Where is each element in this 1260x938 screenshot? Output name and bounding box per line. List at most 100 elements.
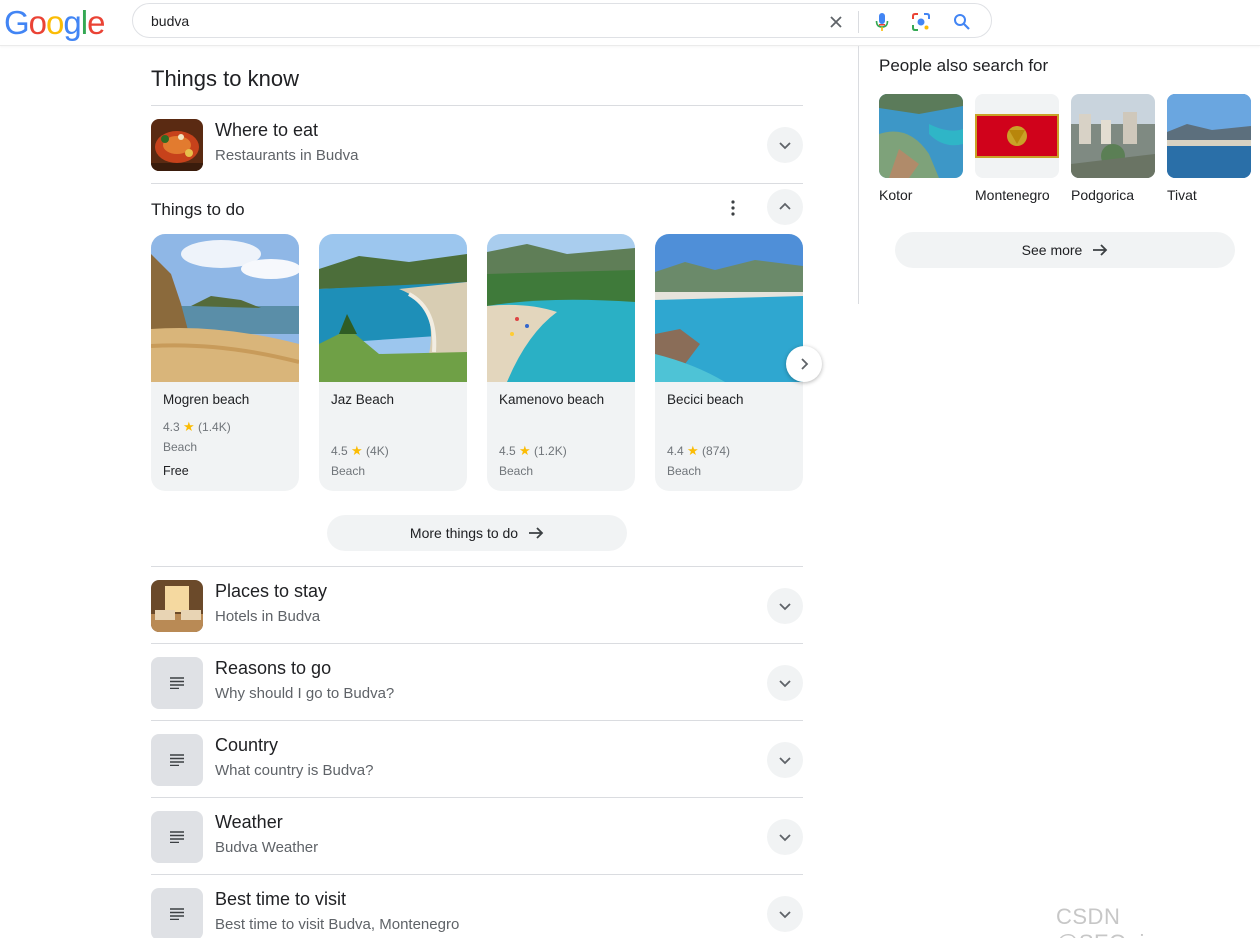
accordion-row-where-to-eat[interactable]: Where to eat Restaurants in Budva bbox=[151, 105, 803, 182]
related-search-label: Kotor bbox=[879, 187, 913, 203]
tivat-photo bbox=[1167, 94, 1251, 178]
place-card-becici-beach[interactable]: Becici beach 4.4 ★ (874) Beach bbox=[655, 234, 803, 491]
place-price: Free bbox=[163, 464, 189, 478]
chevron-up-icon bbox=[779, 202, 791, 210]
related-search-montenegro[interactable]: Montenegro bbox=[975, 94, 1059, 203]
accordion-row-places-to-stay[interactable]: Places to stay Hotels in Budva bbox=[151, 566, 803, 643]
row-title: Places to stay bbox=[215, 581, 328, 601]
google-logo[interactable]: Google bbox=[4, 4, 105, 42]
place-card-mogren-beach[interactable]: Mogren beach 4.3 ★ (1.4K) Beach Free bbox=[151, 234, 299, 491]
accordion-row-weather[interactable]: Weather Budva Weather bbox=[151, 797, 803, 874]
accordion-row-reasons-to-go[interactable]: Reasons to go Why should I go to Budva? bbox=[151, 643, 803, 720]
related-search-kotor[interactable]: Kotor bbox=[879, 94, 963, 203]
carousel-next-button[interactable] bbox=[786, 346, 822, 382]
logo-letter: g bbox=[63, 4, 81, 41]
accordion-row-country[interactable]: Country What country is Budva? bbox=[151, 720, 803, 797]
related-search-label: Tivat bbox=[1167, 187, 1197, 203]
row-title: Where to eat bbox=[215, 120, 319, 140]
logo-letter: o bbox=[28, 4, 47, 41]
related-search-label: Podgorica bbox=[1071, 187, 1135, 203]
place-name: Jaz Beach bbox=[331, 392, 395, 407]
chevron-down-icon bbox=[779, 757, 791, 765]
place-name: Mogren beach bbox=[163, 392, 250, 407]
see-more-button[interactable]: See more bbox=[895, 232, 1235, 268]
review-count: (874) bbox=[702, 444, 731, 458]
place-card-jaz-beach[interactable]: Jaz Beach 4.5 ★ (4K) Beach bbox=[319, 234, 467, 491]
expand-button[interactable] bbox=[767, 588, 803, 624]
rating-value: 4.5 bbox=[499, 444, 516, 458]
document-icon bbox=[151, 811, 203, 863]
rating-value: 4.4 bbox=[667, 444, 684, 458]
document-icon bbox=[151, 888, 203, 938]
place-type: Beach bbox=[499, 464, 534, 478]
rating-value: 4.3 bbox=[163, 420, 180, 434]
lens-icon[interactable] bbox=[909, 10, 933, 34]
place-card-kamenovo-beach[interactable]: Kamenovo beach 4.5 ★ (1.2K) Beach bbox=[487, 234, 635, 491]
beach-photo bbox=[487, 234, 635, 382]
related-search-tivat[interactable]: Tivat bbox=[1167, 94, 1251, 203]
expand-button[interactable] bbox=[767, 742, 803, 778]
place-rating: 4.5 ★ (4K) bbox=[331, 443, 389, 459]
document-icon bbox=[151, 657, 203, 709]
beach-photo bbox=[319, 234, 467, 382]
button-label: More things to do bbox=[409, 525, 519, 541]
logo-letter: G bbox=[4, 4, 30, 41]
chevron-down-icon bbox=[779, 142, 791, 150]
row-subtitle: Why should I go to Budva? bbox=[215, 685, 395, 702]
accordion-row-best-time-to-visit[interactable]: Best time to visit Best time to visit Bu… bbox=[151, 874, 803, 938]
row-title: Weather bbox=[215, 812, 283, 832]
search-icon[interactable] bbox=[950, 10, 974, 34]
search-box bbox=[132, 3, 992, 38]
beach-photo bbox=[151, 234, 299, 382]
expand-button[interactable] bbox=[767, 665, 803, 701]
microphone-icon[interactable] bbox=[870, 10, 894, 34]
row-subtitle: Hotels in Budva bbox=[215, 608, 321, 625]
chevron-down-icon bbox=[779, 834, 791, 842]
chevron-right-icon bbox=[801, 358, 809, 370]
search-input[interactable] bbox=[151, 10, 811, 32]
chevron-down-icon bbox=[779, 680, 791, 688]
review-count: (1.2K) bbox=[534, 444, 567, 458]
arrow-right-icon bbox=[1093, 244, 1108, 256]
place-rating: 4.5 ★ (1.2K) bbox=[499, 443, 567, 459]
divider bbox=[858, 11, 859, 33]
button-label: See more bbox=[1021, 242, 1083, 258]
chevron-down-icon bbox=[779, 603, 791, 611]
row-subtitle: What country is Budva? bbox=[215, 762, 374, 779]
related-search-podgorica[interactable]: Podgorica bbox=[1071, 94, 1155, 203]
food-thumbnail bbox=[151, 119, 203, 171]
more-things-to-do-button[interactable]: More things to do bbox=[327, 515, 627, 551]
star-icon: ★ bbox=[519, 443, 531, 458]
star-icon: ★ bbox=[183, 419, 195, 434]
place-type: Beach bbox=[163, 440, 198, 454]
column-divider bbox=[858, 46, 859, 304]
row-subtitle: Restaurants in Budva bbox=[215, 147, 359, 164]
kotor-photo bbox=[879, 94, 963, 178]
expand-button[interactable] bbox=[767, 819, 803, 855]
things-to-do-section: Things to do Mogren beach 4.3 ★ (1.4K) B… bbox=[151, 183, 822, 567]
expand-button[interactable] bbox=[767, 896, 803, 932]
more-options-icon[interactable] bbox=[723, 196, 743, 220]
row-title: Country bbox=[215, 735, 279, 755]
expand-button[interactable] bbox=[767, 127, 803, 163]
place-rating: 4.4 ★ (874) bbox=[667, 443, 730, 459]
section-title: Things to know bbox=[151, 66, 299, 91]
review-count: (1.4K) bbox=[198, 420, 231, 434]
podgorica-photo bbox=[1071, 94, 1155, 178]
star-icon: ★ bbox=[351, 443, 363, 458]
beach-photo bbox=[655, 234, 803, 382]
header: Google bbox=[0, 0, 1260, 46]
place-rating: 4.3 ★ (1.4K) bbox=[163, 419, 231, 435]
arrow-right-icon bbox=[529, 527, 544, 539]
row-subtitle: Budva Weather bbox=[215, 839, 319, 856]
panel-title: People also search for bbox=[879, 56, 1049, 75]
place-type: Beach bbox=[331, 464, 366, 478]
chevron-down-icon bbox=[779, 911, 791, 919]
logo-letter: o bbox=[46, 4, 64, 41]
collapse-button[interactable] bbox=[767, 189, 803, 225]
hotel-thumbnail bbox=[151, 580, 203, 632]
review-count: (4K) bbox=[366, 444, 389, 458]
place-type: Beach bbox=[667, 464, 702, 478]
document-icon bbox=[151, 734, 203, 786]
clear-icon[interactable] bbox=[824, 10, 848, 34]
